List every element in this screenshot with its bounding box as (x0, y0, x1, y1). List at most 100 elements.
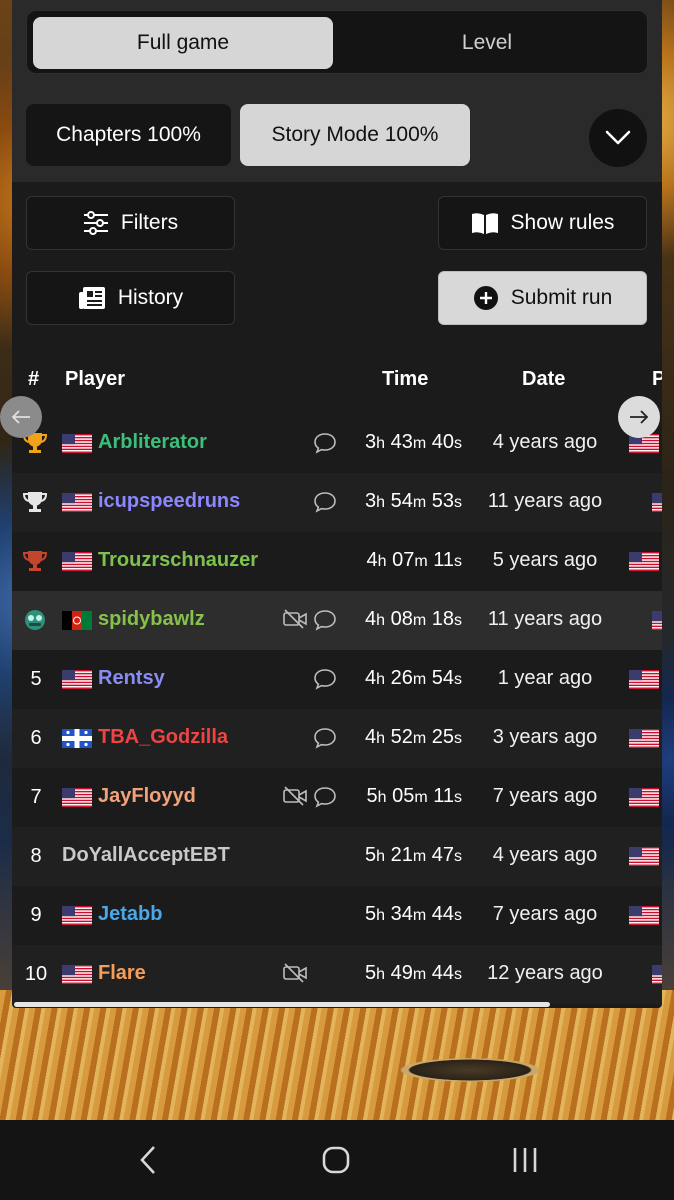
history-button[interactable]: History (26, 271, 235, 325)
horizontal-scrollbar[interactable] (14, 1002, 550, 1007)
platform-region-flag-icon (652, 965, 662, 984)
time-s-value: 44 (431, 903, 454, 925)
time-m-unit: m (412, 494, 427, 511)
player-name-link[interactable]: DoYallAcceptEBT (62, 844, 230, 867)
chevron-down-icon (605, 130, 631, 145)
time-h-value: 5 (365, 962, 377, 984)
comment-icon[interactable] (313, 727, 337, 755)
player-name-link[interactable]: Arbliterator (98, 431, 207, 454)
table-row[interactable]: 7 JayFloyyd 5h 05m 11s 7 years ago (12, 768, 662, 827)
home-button[interactable] (316, 1142, 356, 1178)
comment-icon[interactable] (313, 432, 337, 460)
time-s-unit: s (454, 553, 462, 570)
tab-level[interactable]: Level (337, 17, 637, 69)
time-h-value: 3 (365, 490, 377, 512)
run-date: 11 years ago (487, 490, 603, 512)
run-date: 7 years ago (492, 785, 598, 807)
header-player[interactable]: Player (65, 368, 125, 391)
flag-us-icon (62, 434, 92, 453)
time-h-unit: h (376, 730, 386, 747)
player-name-link[interactable]: TBA_Godzilla (98, 726, 228, 749)
table-row[interactable]: Trouzrschnauzer 4h 07m 11s 5 years ago (12, 532, 662, 591)
time-m-value: 54 (390, 490, 413, 512)
filters-button[interactable]: Filters (26, 196, 235, 250)
comment-icon[interactable] (313, 491, 337, 519)
run-date: 12 years ago (487, 962, 603, 984)
time-s-value: 47 (431, 844, 454, 866)
time-s-unit: s (454, 848, 462, 865)
run-time: 3h 54m 53s (365, 490, 462, 513)
platform-region-flag-icon (652, 493, 662, 512)
run-date: 5 years ago (492, 549, 598, 571)
time-s-unit: s (454, 671, 462, 688)
player-name-link[interactable]: Flare (98, 962, 146, 985)
time-h-unit: h (376, 848, 386, 865)
time-m-value: 21 (390, 844, 413, 866)
flag-us-icon (62, 965, 92, 984)
player-name-link[interactable]: spidybawlz (98, 608, 205, 631)
player-name-link[interactable]: icupspeedruns (98, 490, 240, 513)
time-h-unit: h (376, 435, 386, 452)
header-date[interactable]: Date (522, 368, 565, 391)
header-rank[interactable]: # (28, 368, 39, 391)
time-m-value: 34 (390, 903, 413, 925)
time-m-unit: m (412, 907, 427, 924)
recents-button[interactable] (505, 1142, 545, 1178)
category-story-mode[interactable]: Story Mode 100% (240, 104, 470, 166)
back-icon (140, 1146, 155, 1174)
tab-full-game[interactable]: Full game (33, 17, 333, 69)
back-button[interactable] (128, 1142, 168, 1178)
time-m-value: 08 (390, 608, 413, 630)
no-video-icon (283, 609, 307, 635)
arrow-left-icon (11, 410, 30, 424)
time-s-unit: s (454, 789, 462, 806)
platform-region-flag-icon (629, 552, 659, 571)
time-m-value: 07 (392, 549, 415, 571)
rank-number: 9 (30, 904, 42, 926)
table-row[interactable]: 9 Jetabb 5h 34m 44s 7 years ago (12, 886, 662, 945)
run-date: 4 years ago (492, 431, 598, 453)
time-s-value: 40 (431, 431, 454, 453)
time-m-unit: m (414, 553, 428, 570)
player-name-link[interactable]: Trouzrschnauzer (98, 549, 258, 572)
run-time: 3h 43m 40s (365, 431, 462, 454)
time-m-unit: m (412, 730, 427, 747)
player-name-link[interactable]: Rentsy (98, 667, 165, 690)
table-row[interactable]: icupspeedruns 3h 54m 53s 11 years ago (12, 473, 662, 532)
leaderboard-table: # Player Time Date P Arbliterator 3h 43m … (12, 344, 662, 1008)
show-rules-button[interactable]: Show rules (438, 196, 647, 250)
table-row[interactable]: 6 TBA_Godzilla 4h 52m 25s 3 years ago (12, 709, 662, 768)
table-row[interactable]: Arbliterator 3h 43m 40s 4 years ago (12, 414, 662, 473)
time-s-value: 11 (433, 785, 454, 807)
comment-icon[interactable] (313, 609, 337, 637)
submit-run-button[interactable]: Submit run (438, 271, 647, 325)
time-h-value: 4 (366, 549, 378, 571)
platform-region-flag-icon (629, 847, 659, 866)
run-time: 5h 05m 11s (367, 785, 463, 808)
run-time: 4h 08m 18s (365, 608, 462, 631)
time-h-value: 5 (365, 844, 377, 866)
rank-number: 5 (30, 668, 42, 690)
time-m-unit: m (412, 612, 427, 629)
time-h-unit: h (376, 966, 386, 983)
table-row[interactable]: 10 Flare 5h 49m 44s 12 years ago (12, 945, 662, 1004)
history-label: History (117, 286, 184, 309)
scroll-right-button[interactable] (618, 396, 660, 438)
book-icon (471, 213, 498, 234)
category-dropdown-button[interactable] (589, 109, 647, 167)
header-time[interactable]: Time (382, 368, 428, 391)
comment-icon[interactable] (313, 786, 337, 814)
comment-icon[interactable] (313, 668, 337, 696)
table-row[interactable]: 5 Rentsy 4h 26m 54s 1 year ago (12, 650, 662, 709)
player-name-link[interactable]: Jetabb (98, 903, 162, 926)
no-video-icon (283, 786, 307, 812)
header-platform[interactable]: P (652, 368, 662, 391)
run-time: 5h 21m 47s (365, 844, 462, 867)
category-chapters[interactable]: Chapters 100% (26, 104, 231, 166)
scroll-left-button[interactable] (0, 396, 42, 438)
bronze-trophy-icon (22, 549, 48, 579)
table-row[interactable]: spidybawlz 4h 08m 18s 11 years ago (12, 591, 662, 650)
player-name-link[interactable]: JayFloyyd (98, 785, 196, 808)
table-row[interactable]: 8 DoYallAcceptEBT 5h 21m 47s 4 years ago (12, 827, 662, 886)
rank-number: 6 (30, 727, 42, 749)
